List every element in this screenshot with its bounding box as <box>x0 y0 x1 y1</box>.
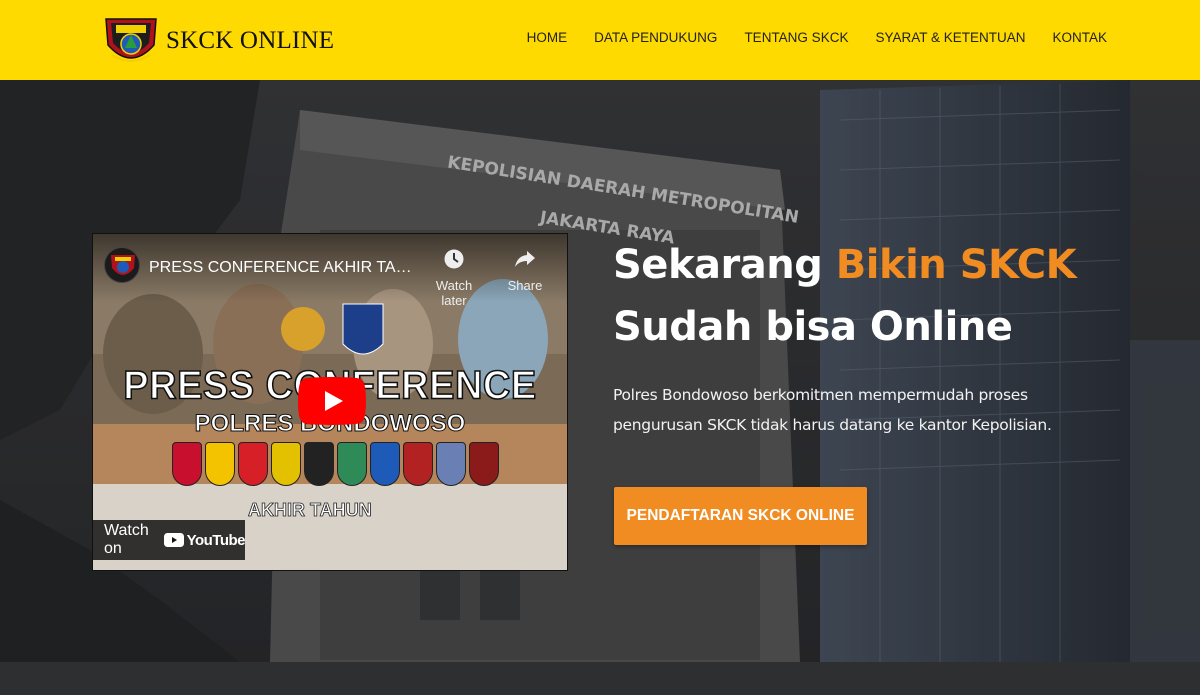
youtube-play-button-icon[interactable] <box>298 377 366 425</box>
hero-headline: Sekarang Bikin SKCK Sudah bisa Online <box>613 234 1077 358</box>
watch-later-label: Watch later <box>435 278 473 308</box>
headline-line1-prefix: Sekarang <box>613 242 836 288</box>
nav-data-pendukung[interactable]: DATA PENDUKUNG <box>594 30 717 45</box>
share-label: Share <box>507 278 543 293</box>
nav-syarat-ketentuan[interactable]: SYARAT & KETENTUAN <box>875 30 1025 45</box>
bottom-band <box>0 662 1200 695</box>
nav-home[interactable]: HOME <box>527 30 568 45</box>
top-navbar: SKCK ONLINE HOME DATA PENDUKUNG TENTANG … <box>0 0 1200 80</box>
nav-kontak[interactable]: KONTAK <box>1052 30 1107 45</box>
clock-icon <box>444 249 464 269</box>
hero-description: Polres Bondowoso berkomitmen mempermudah… <box>613 386 1052 434</box>
youtube-video-embed[interactable]: PRESS CONFERENCE POLRES BONDOWOSO AKHIR … <box>93 234 567 570</box>
nav-tentang-skck[interactable]: TENTANG SKCK <box>744 30 848 45</box>
brand[interactable]: SKCK ONLINE <box>104 15 334 67</box>
headline-line2-bold: Online <box>869 304 1013 350</box>
share-arrow-icon <box>515 251 535 267</box>
headline-line1-accent: Bikin SKCK <box>835 242 1077 288</box>
youtube-icon <box>163 533 184 547</box>
video-title[interactable]: PRESS CONFERENCE AKHIR TAHU... <box>149 259 413 277</box>
polres-bondowoso-logo-icon <box>105 18 157 62</box>
channel-avatar[interactable] <box>104 247 140 283</box>
watch-later-button[interactable]: Watch later <box>424 248 484 308</box>
youtube-wordmark: YouTube <box>186 531 246 549</box>
main-nav: HOME DATA PENDUKUNG TENTANG SKCK SYARAT … <box>527 30 1107 45</box>
watch-on-label: Watch on <box>104 522 149 557</box>
headline-line2-prefix: Sudah bisa <box>613 304 870 350</box>
share-button[interactable]: Share <box>495 248 555 293</box>
thumbnail-title-line3: AKHIR TAHUN <box>248 500 372 521</box>
watch-on-youtube-button[interactable]: Watch on YouTube <box>93 520 246 560</box>
pendaftaran-skck-button[interactable]: PENDAFTARAN SKCK ONLINE <box>614 487 867 545</box>
brand-name: SKCK ONLINE <box>166 27 335 54</box>
thumbnail-logos <box>172 442 502 486</box>
youtube-logo: YouTube <box>163 531 246 549</box>
